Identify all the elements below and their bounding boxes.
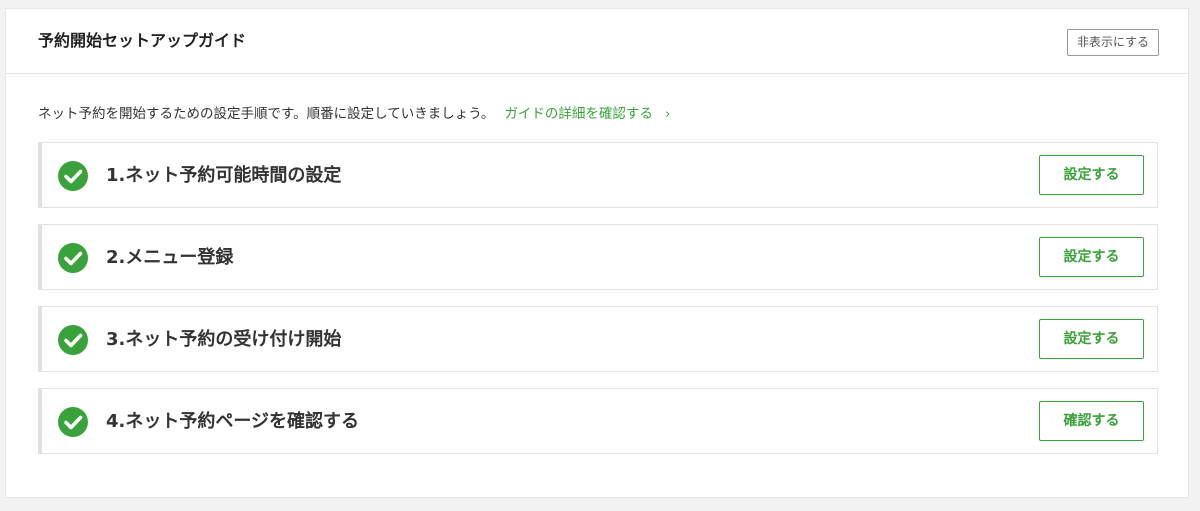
check-circle-icon <box>58 407 88 437</box>
step-title: 3.ネット予約の受け付け開始 <box>106 329 342 350</box>
step-item-2: 2.メニュー登録 設定する <box>38 224 1158 290</box>
step-title: 1.ネット予約可能時間の設定 <box>106 165 342 186</box>
panel-header: 予約開始セットアップガイド 非表示にする <box>6 9 1188 74</box>
hide-button[interactable]: 非表示にする <box>1067 29 1159 56</box>
step-item-1: 1.ネット予約可能時間の設定 設定する <box>38 142 1158 208</box>
setup-guide-panel: 予約開始セットアップガイド 非表示にする ネット予約を開始するための設定手順です… <box>5 8 1189 498</box>
check-circle-icon <box>58 161 88 191</box>
step-4-confirm-button[interactable]: 確認する <box>1039 401 1144 441</box>
guide-detail-link[interactable]: ガイドの詳細を確認する <box>504 106 653 122</box>
chevron-right-icon[interactable]: › <box>665 104 670 124</box>
check-circle-icon <box>58 325 88 355</box>
step-3-setup-button[interactable]: 設定する <box>1039 319 1144 359</box>
step-title: 2.メニュー登録 <box>106 247 234 268</box>
page-title: 予約開始セットアップガイド <box>38 31 247 50</box>
step-1-setup-button[interactable]: 設定する <box>1039 155 1144 195</box>
step-2-setup-button[interactable]: 設定する <box>1039 237 1144 277</box>
intro-text: ネット予約を開始するための設定手順です。順番に設定していきましょう。 <box>38 106 495 122</box>
check-circle-icon <box>58 243 88 273</box>
step-title: 4.ネット予約ページを確認する <box>106 411 360 432</box>
step-item-3: 3.ネット予約の受け付け開始 設定する <box>38 306 1158 372</box>
step-item-4: 4.ネット予約ページを確認する 確認する <box>38 388 1158 454</box>
intro-line: ネット予約を開始するための設定手順です。順番に設定していきましょう。 ガイドの詳細… <box>38 104 670 124</box>
